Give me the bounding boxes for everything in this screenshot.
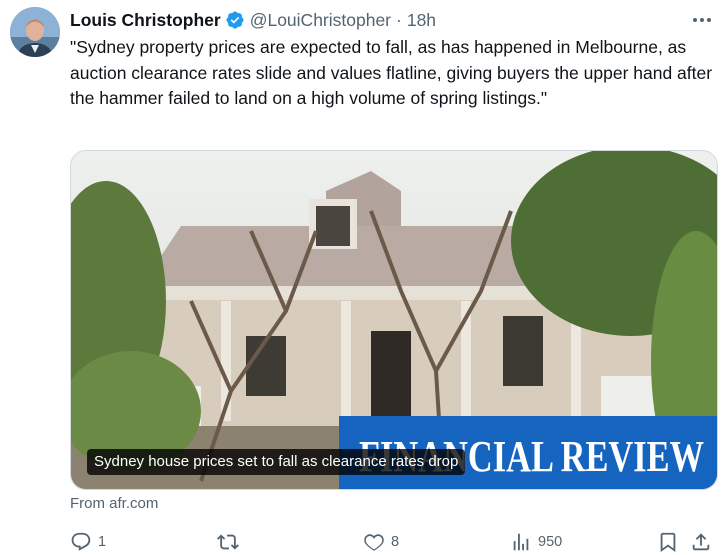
views-icon [513, 533, 529, 551]
action-bar: 1 8 950 [60, 528, 728, 555]
reply-count: 1 [98, 534, 107, 550]
card-source[interactable]: From afr.com [70, 495, 158, 512]
card-image: FINANCIAL REVIEW [71, 151, 717, 489]
reply-button[interactable]: 1 [70, 528, 106, 555]
views-count: 950 [538, 534, 563, 550]
author-handle[interactable]: @LouiChristopher [250, 10, 391, 31]
more-icon[interactable] [690, 10, 714, 30]
like-button[interactable]: 8 [363, 528, 399, 555]
views-button[interactable]: 950 [510, 528, 562, 555]
bookmark-icon [660, 532, 676, 553]
like-count: 8 [391, 534, 400, 550]
author-name[interactable]: Louis Christopher [70, 10, 221, 31]
share-icon [692, 533, 710, 551]
timestamp[interactable]: 18h [407, 10, 436, 31]
card-headline[interactable]: Sydney house prices set to fall as clear… [87, 449, 466, 475]
verified-badge-icon [226, 11, 244, 29]
avatar[interactable] [10, 7, 60, 57]
like-icon [364, 534, 384, 551]
share-button[interactable] [690, 528, 712, 555]
separator: · [396, 9, 402, 30]
bookmark-button[interactable] [657, 528, 679, 555]
link-card[interactable]: FINANCIAL REVIEW Sydney house prices set… [70, 150, 718, 490]
retweet-icon [217, 534, 239, 550]
tweet-text: "Sydney property prices are expected to … [70, 37, 713, 108]
reply-icon [71, 532, 91, 551]
tweet-header: Louis Christopher @LouiChristopher · 18h [70, 9, 436, 31]
retweet-button[interactable] [217, 528, 245, 555]
